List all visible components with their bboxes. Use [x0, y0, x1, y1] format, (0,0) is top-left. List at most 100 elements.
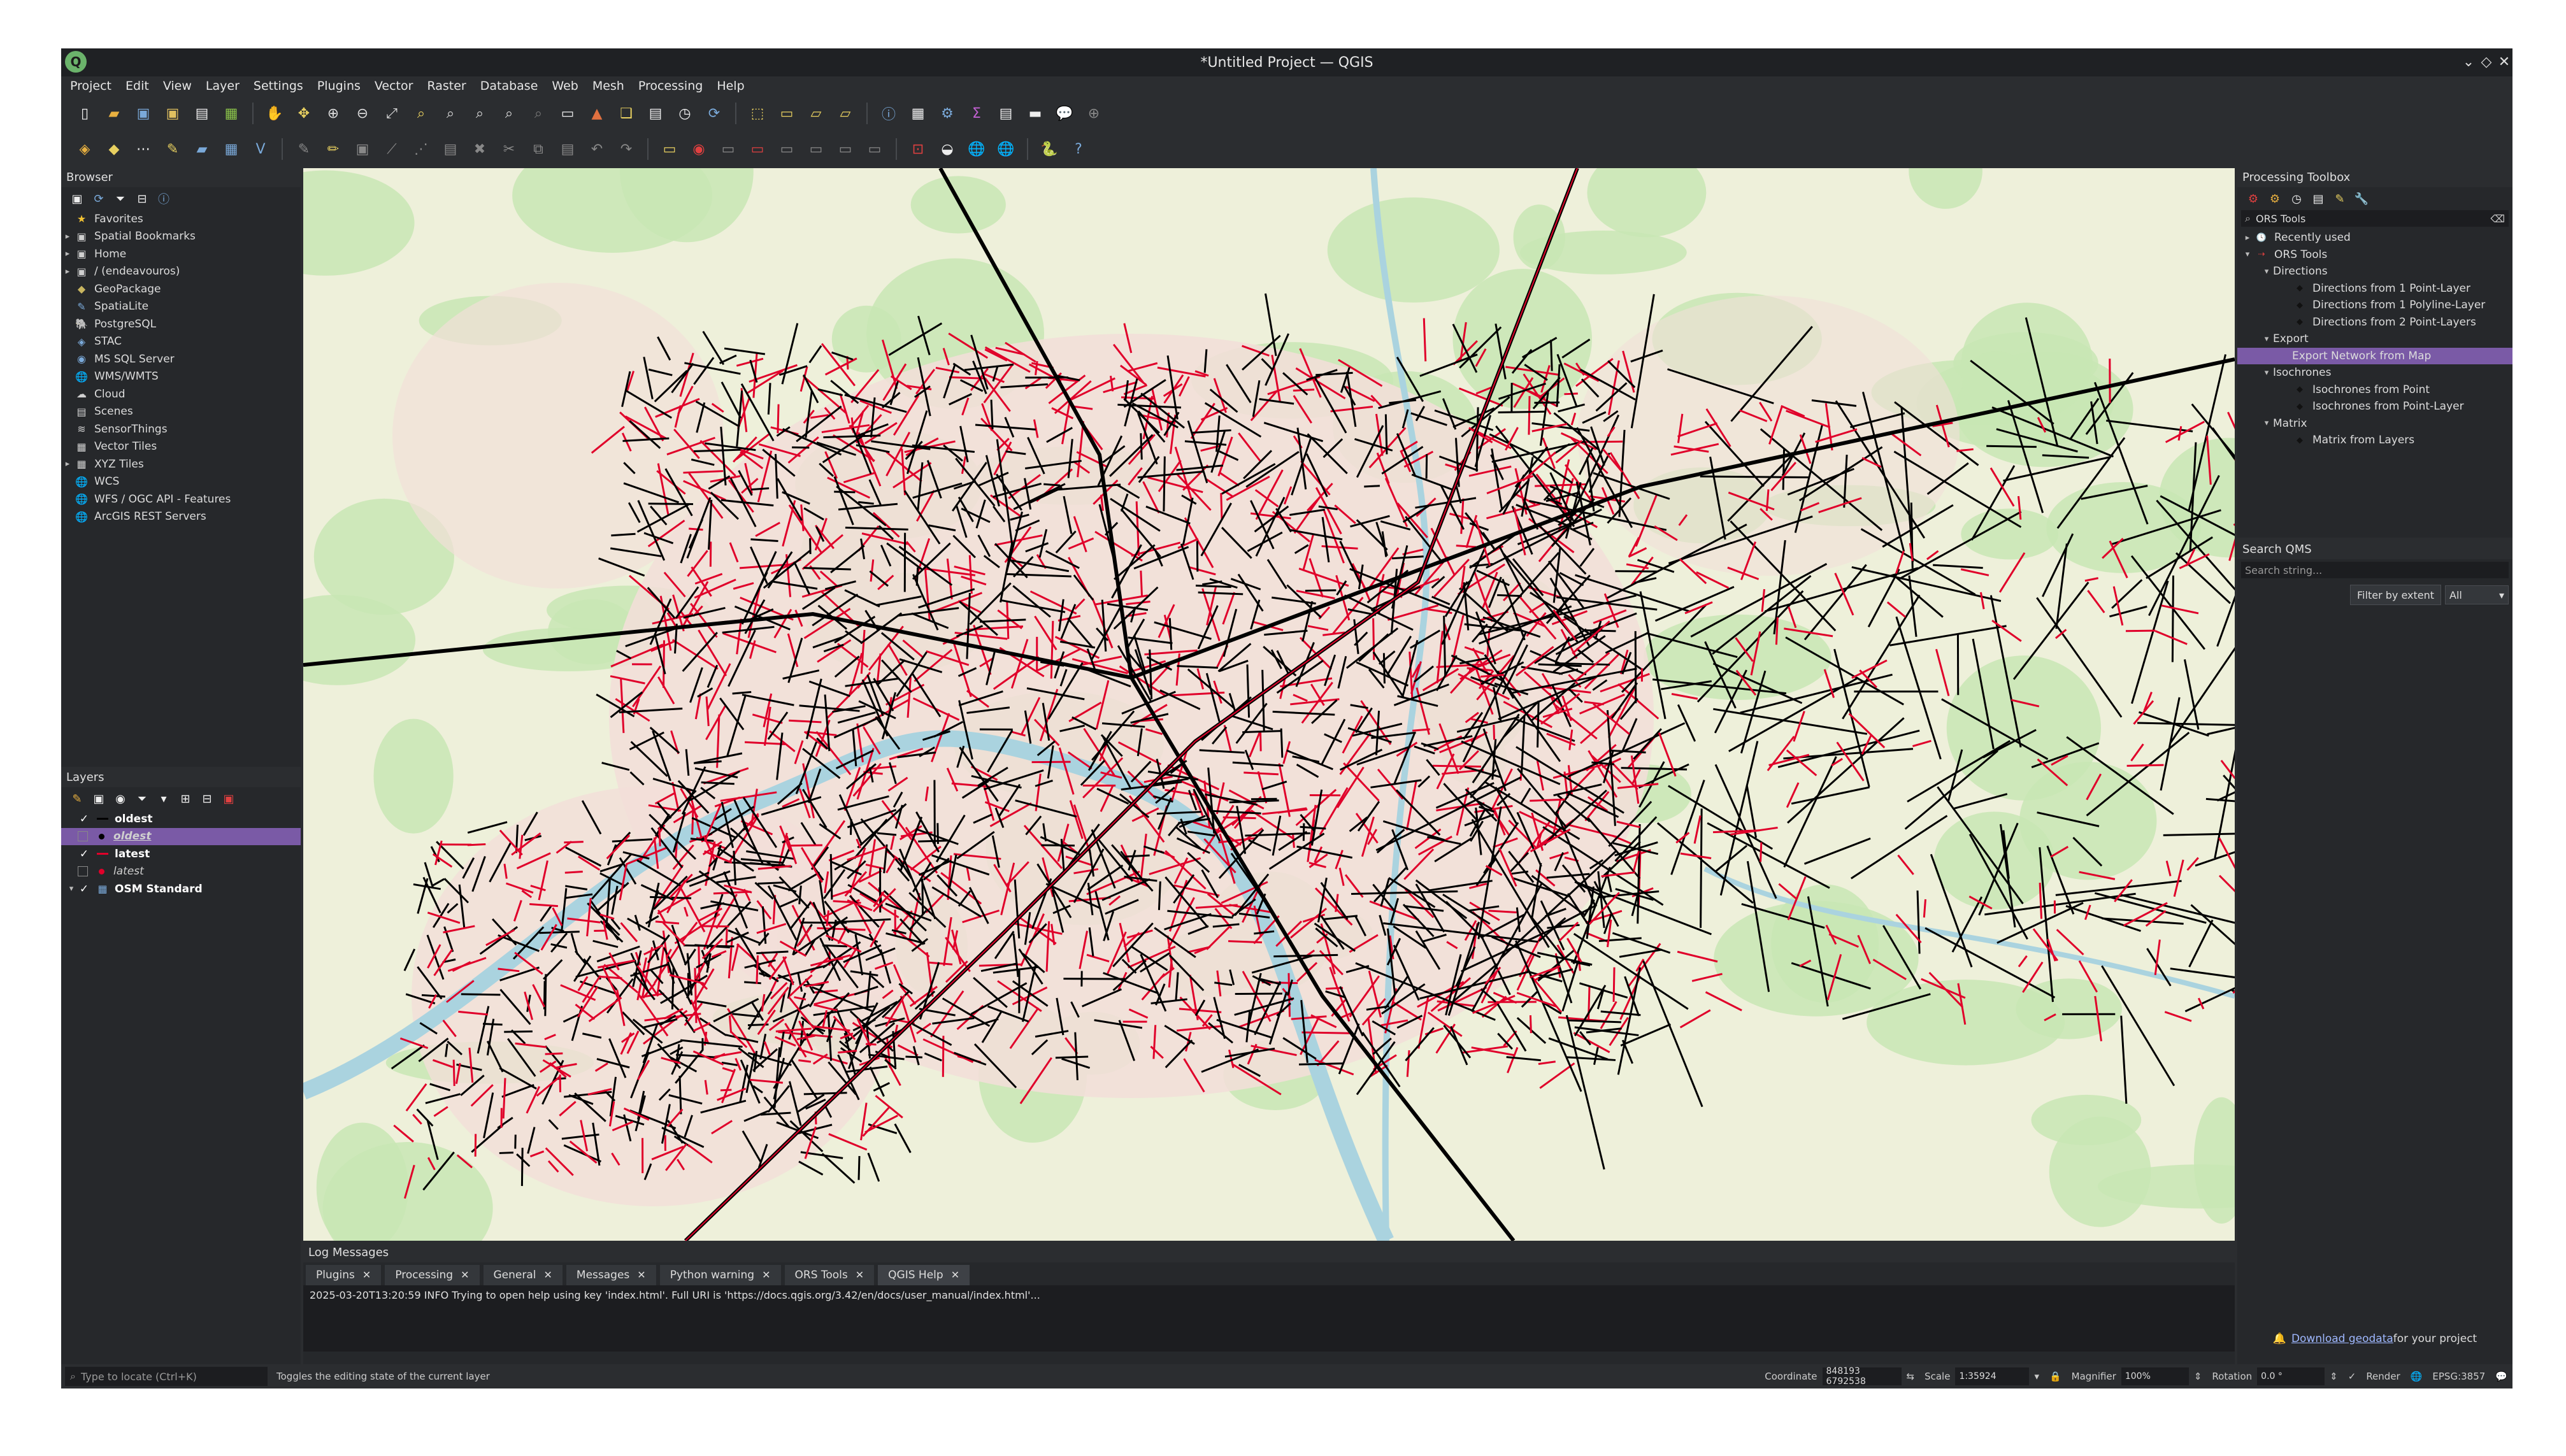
zoom-layer-icon[interactable]: ⌕	[440, 103, 461, 124]
attribute-table-icon[interactable]: ▦	[907, 103, 929, 124]
log-tab[interactable]: Python warning ✕	[659, 1265, 781, 1285]
results-viewer-icon[interactable]: ▤	[2310, 190, 2326, 207]
current-edits-icon[interactable]: ✎	[293, 138, 315, 160]
layer-visibility-checkbox[interactable]	[78, 831, 88, 842]
toolbox-item[interactable]: ◆ Isochrones from Point-Layer	[2237, 398, 2512, 415]
manage-map-themes-icon[interactable]: ◉	[112, 790, 129, 807]
collapse-all-icon[interactable]: ⊟	[134, 190, 150, 207]
expand-arrow-icon[interactable]: ▸	[61, 459, 74, 469]
remove-layer-icon[interactable]: ▣	[220, 790, 237, 807]
magnifier-spin-icon[interactable]: ⇕	[2194, 1371, 2202, 1382]
menu-plugins[interactable]: Plugins	[317, 79, 361, 93]
browser-item[interactable]: ▸ ▣ Spatial Bookmarks	[61, 228, 301, 246]
menu-vector[interactable]: Vector	[375, 79, 413, 93]
label-pin-icon[interactable]: ◉	[688, 138, 710, 160]
browser-item[interactable]: ★ Favorites	[61, 210, 301, 228]
log-tab[interactable]: Plugins ✕	[306, 1265, 382, 1285]
browser-item[interactable]: 🌐 WCS	[61, 473, 301, 491]
menu-edit[interactable]: Edit	[125, 79, 149, 93]
label-move-icon[interactable]: ▭	[776, 138, 798, 160]
expand-arrow-icon[interactable]: ▾	[2260, 334, 2273, 344]
close-tab-icon[interactable]: ✕	[762, 1265, 770, 1285]
rotation-spin-icon[interactable]: ⇕	[2330, 1371, 2338, 1382]
field-calculator-icon[interactable]: ⚙	[936, 103, 958, 124]
render-checkbox[interactable]: ✓	[2348, 1371, 2356, 1382]
qms-search-input[interactable]: Search string...	[2241, 562, 2509, 578]
new-geopackage-layer-icon[interactable]: ◆	[103, 138, 125, 160]
browser-item[interactable]: ▸ ▣ / (endeavouros)	[61, 263, 301, 281]
expand-arrow-icon[interactable]: ▾	[2260, 368, 2273, 378]
qms-type-select[interactable]: All ▾	[2445, 585, 2509, 604]
browser-item[interactable]: ≋ SensorThings	[61, 420, 301, 438]
history-icon[interactable]: ◷	[2288, 190, 2305, 207]
expand-arrow-icon[interactable]: ▾	[2241, 250, 2254, 259]
browser-item[interactable]: ✎ SpatiaLite	[61, 298, 301, 316]
zoom-last-icon[interactable]: ⌕	[498, 103, 520, 124]
open-project-icon[interactable]: ▰	[103, 103, 125, 124]
pencil-icon[interactable]: ✏	[322, 138, 344, 160]
select-by-value-icon[interactable]: ▱	[805, 103, 827, 124]
toolbox-item[interactable]: ◆ Matrix from Layers	[2237, 432, 2512, 449]
menu-database[interactable]: Database	[480, 79, 538, 93]
layer-visibility-checkbox[interactable]	[78, 866, 88, 877]
new-scratch-layer-icon[interactable]: ⋯	[133, 138, 154, 160]
print-layout-icon[interactable]: ▤	[191, 103, 213, 124]
label-change-icon[interactable]: ▭	[835, 138, 856, 160]
toolbox-item[interactable]: ◆ Directions from 2 Point-Layers	[2237, 314, 2512, 331]
undo-icon[interactable]: ↶	[586, 138, 608, 160]
copy-features-icon[interactable]: ⧉	[527, 138, 549, 160]
lock-scale-icon[interactable]: 🔒	[2049, 1371, 2061, 1382]
close-tab-icon[interactable]: ✕	[951, 1265, 959, 1285]
toolbox-search-input[interactable]: ⌕ ORS Tools ⌫	[2241, 210, 2509, 227]
browser-item[interactable]: 🌐 WFS / OGC API - Features	[61, 490, 301, 508]
browser-item[interactable]: ▸ ▦ XYZ Tiles	[61, 455, 301, 473]
zoom-full-icon[interactable]: ⤢	[381, 103, 403, 124]
save-project-icon[interactable]: ▣	[133, 103, 154, 124]
expand-arrow-icon[interactable]: ▾	[65, 884, 78, 894]
browser-item[interactable]: 🌐 WMS/WMTS	[61, 368, 301, 386]
bookmark-new-icon[interactable]: ❑	[615, 103, 637, 124]
open-layer-styling-icon[interactable]: ✎	[69, 790, 85, 807]
label-properties-icon[interactable]: ▭	[864, 138, 885, 160]
digitize-line-icon[interactable]: ⟋	[381, 138, 403, 160]
expand-arrow-icon[interactable]: ▾	[2260, 267, 2273, 276]
pan-icon[interactable]: ✋	[264, 103, 285, 124]
label-show-icon[interactable]: ▭	[747, 138, 768, 160]
browser-item[interactable]: ◉ MS SQL Server	[61, 350, 301, 368]
toolbox-item[interactable]: ▾ Matrix	[2237, 415, 2512, 432]
zoom-selection-icon[interactable]: ⌕	[410, 103, 432, 124]
paste-features-icon[interactable]: ▤	[557, 138, 578, 160]
zoom-out-icon[interactable]: ⊖	[352, 103, 373, 124]
cut-features-icon[interactable]: ✂	[498, 138, 520, 160]
browser-item[interactable]: ▤ Scenes	[61, 403, 301, 421]
close-tab-icon[interactable]: ✕	[362, 1265, 371, 1285]
toolbox-item[interactable]: ▾ Directions	[2237, 263, 2512, 280]
temporal-controller-icon[interactable]: ◷	[674, 103, 696, 124]
ors-isochrone-icon[interactable]: ◒	[936, 138, 958, 160]
browser-item[interactable]: 🌐 ArcGIS REST Servers	[61, 508, 301, 526]
filter-by-expression-icon[interactable]: ▾	[155, 790, 172, 807]
filter-legend-icon[interactable]: ⏷	[134, 790, 150, 807]
layer-visibility-checkbox[interactable]: ✓	[78, 848, 90, 860]
layer-visibility-checkbox[interactable]: ✓	[78, 883, 90, 896]
browser-item[interactable]: ☁ Cloud	[61, 385, 301, 403]
scale-field[interactable]: 1:35924	[1955, 1367, 2030, 1385]
map-tips-icon[interactable]: 💬	[1054, 103, 1075, 124]
close-tab-icon[interactable]: ✕	[544, 1265, 552, 1285]
add-raster-icon[interactable]: ▦	[220, 138, 242, 160]
topology-checker-icon[interactable]: ⊡	[907, 138, 929, 160]
expand-arrow-icon[interactable]: ▸	[61, 249, 74, 259]
menu-settings[interactable]: Settings	[254, 79, 303, 93]
filter-browser-icon[interactable]: ⏷	[112, 190, 129, 207]
browser-item[interactable]: ▸ ▣ Home	[61, 245, 301, 263]
open-table-icon[interactable]: ▤	[995, 103, 1017, 124]
messages-icon[interactable]: 💬	[2495, 1371, 2507, 1382]
menu-mesh[interactable]: Mesh	[592, 79, 624, 93]
close-tab-icon[interactable]: ✕	[856, 1265, 864, 1285]
add-vector-icon[interactable]: ▰	[191, 138, 213, 160]
layer-item[interactable]: oldest	[61, 827, 301, 845]
browser-item[interactable]: 🐘 PostgreSQL	[61, 315, 301, 333]
log-tab[interactable]: Processing ✕	[385, 1265, 480, 1285]
add-group-icon[interactable]: ▣	[90, 790, 107, 807]
filter-by-extent-button[interactable]: Filter by extent	[2350, 585, 2441, 605]
